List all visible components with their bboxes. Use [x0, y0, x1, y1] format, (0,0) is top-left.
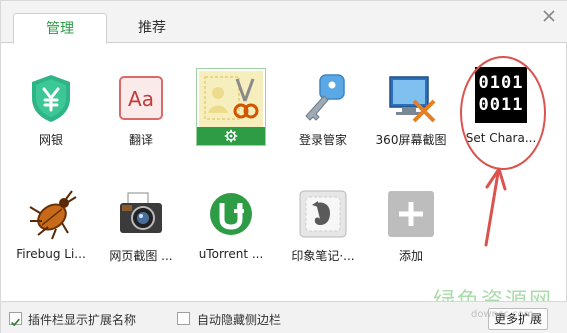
extension-firebug-lite[interactable]: Firebug Li...	[11, 187, 91, 261]
extension-add[interactable]: 添加	[371, 187, 451, 264]
extension-login-manager[interactable]: 登录管家	[283, 71, 363, 148]
extension-label: 印象笔记·...	[291, 249, 355, 263]
add-plus-icon	[388, 191, 434, 237]
extension-label: Set Chara...	[465, 131, 537, 145]
checkmark-icon	[11, 318, 20, 327]
auto-hide-label: 自动隐藏侧边栏	[197, 313, 282, 327]
close-icon[interactable]	[540, 7, 558, 25]
tab-bar: 管理 推荐	[1, 1, 567, 44]
extension-translate[interactable]: Aa 翻译	[101, 71, 181, 148]
tab-recommend[interactable]: 推荐	[105, 13, 199, 44]
screen-capture-icon	[389, 76, 436, 123]
extension-label: 网银	[38, 133, 63, 147]
auto-hide-checkbox[interactable]	[177, 312, 190, 325]
evernote-icon	[299, 190, 347, 238]
extension-utorrent[interactable]: uTorrent ...	[191, 187, 271, 261]
extension-label: Firebug Li...	[16, 247, 86, 261]
extension-set-charset[interactable]: Set Chara...	[461, 71, 541, 155]
firebug-icon	[29, 190, 77, 240]
shield-yen-icon	[32, 75, 70, 122]
screenshot-scissors-icon	[199, 71, 263, 127]
gear-icon[interactable]	[197, 127, 265, 145]
utorrent-icon	[210, 193, 252, 235]
extension-manager-panel: 管理 推荐 网银 Aa 翻译 登录管家 360屏幕截图 0101 0011 Se…	[0, 0, 567, 333]
translate-aa-icon: Aa	[119, 76, 163, 120]
extension-screenshot-selected[interactable]	[196, 68, 266, 146]
show-names-checkbox[interactable]	[9, 312, 22, 327]
tab-manage[interactable]: 管理	[13, 13, 107, 44]
extension-web-screenshot[interactable]: 网页截图 ...	[101, 187, 181, 264]
show-names-label: 插件栏显示扩展名称	[28, 313, 137, 327]
extension-label: 翻译	[128, 133, 153, 147]
svg-text:Aa: Aa	[128, 87, 154, 111]
extension-label: uTorrent ...	[198, 247, 264, 261]
annotation-arrow-shaft	[484, 171, 500, 247]
annotation-arrow-head	[485, 167, 507, 191]
extension-label: 网页截图 ...	[109, 249, 173, 263]
extension-360-screen-capture[interactable]: 360屏幕截图	[371, 71, 451, 148]
extension-label: 添加	[398, 249, 423, 263]
extension-label: 360屏幕截图	[375, 133, 447, 147]
extension-online-banking[interactable]: 网银	[11, 71, 91, 148]
watermark-url: downcc.com	[471, 309, 534, 320]
camera-icon	[120, 192, 162, 233]
extension-evernote[interactable]: 印象笔记·...	[283, 187, 363, 264]
key-icon	[305, 74, 345, 121]
extension-label: 登录管家	[298, 133, 347, 147]
